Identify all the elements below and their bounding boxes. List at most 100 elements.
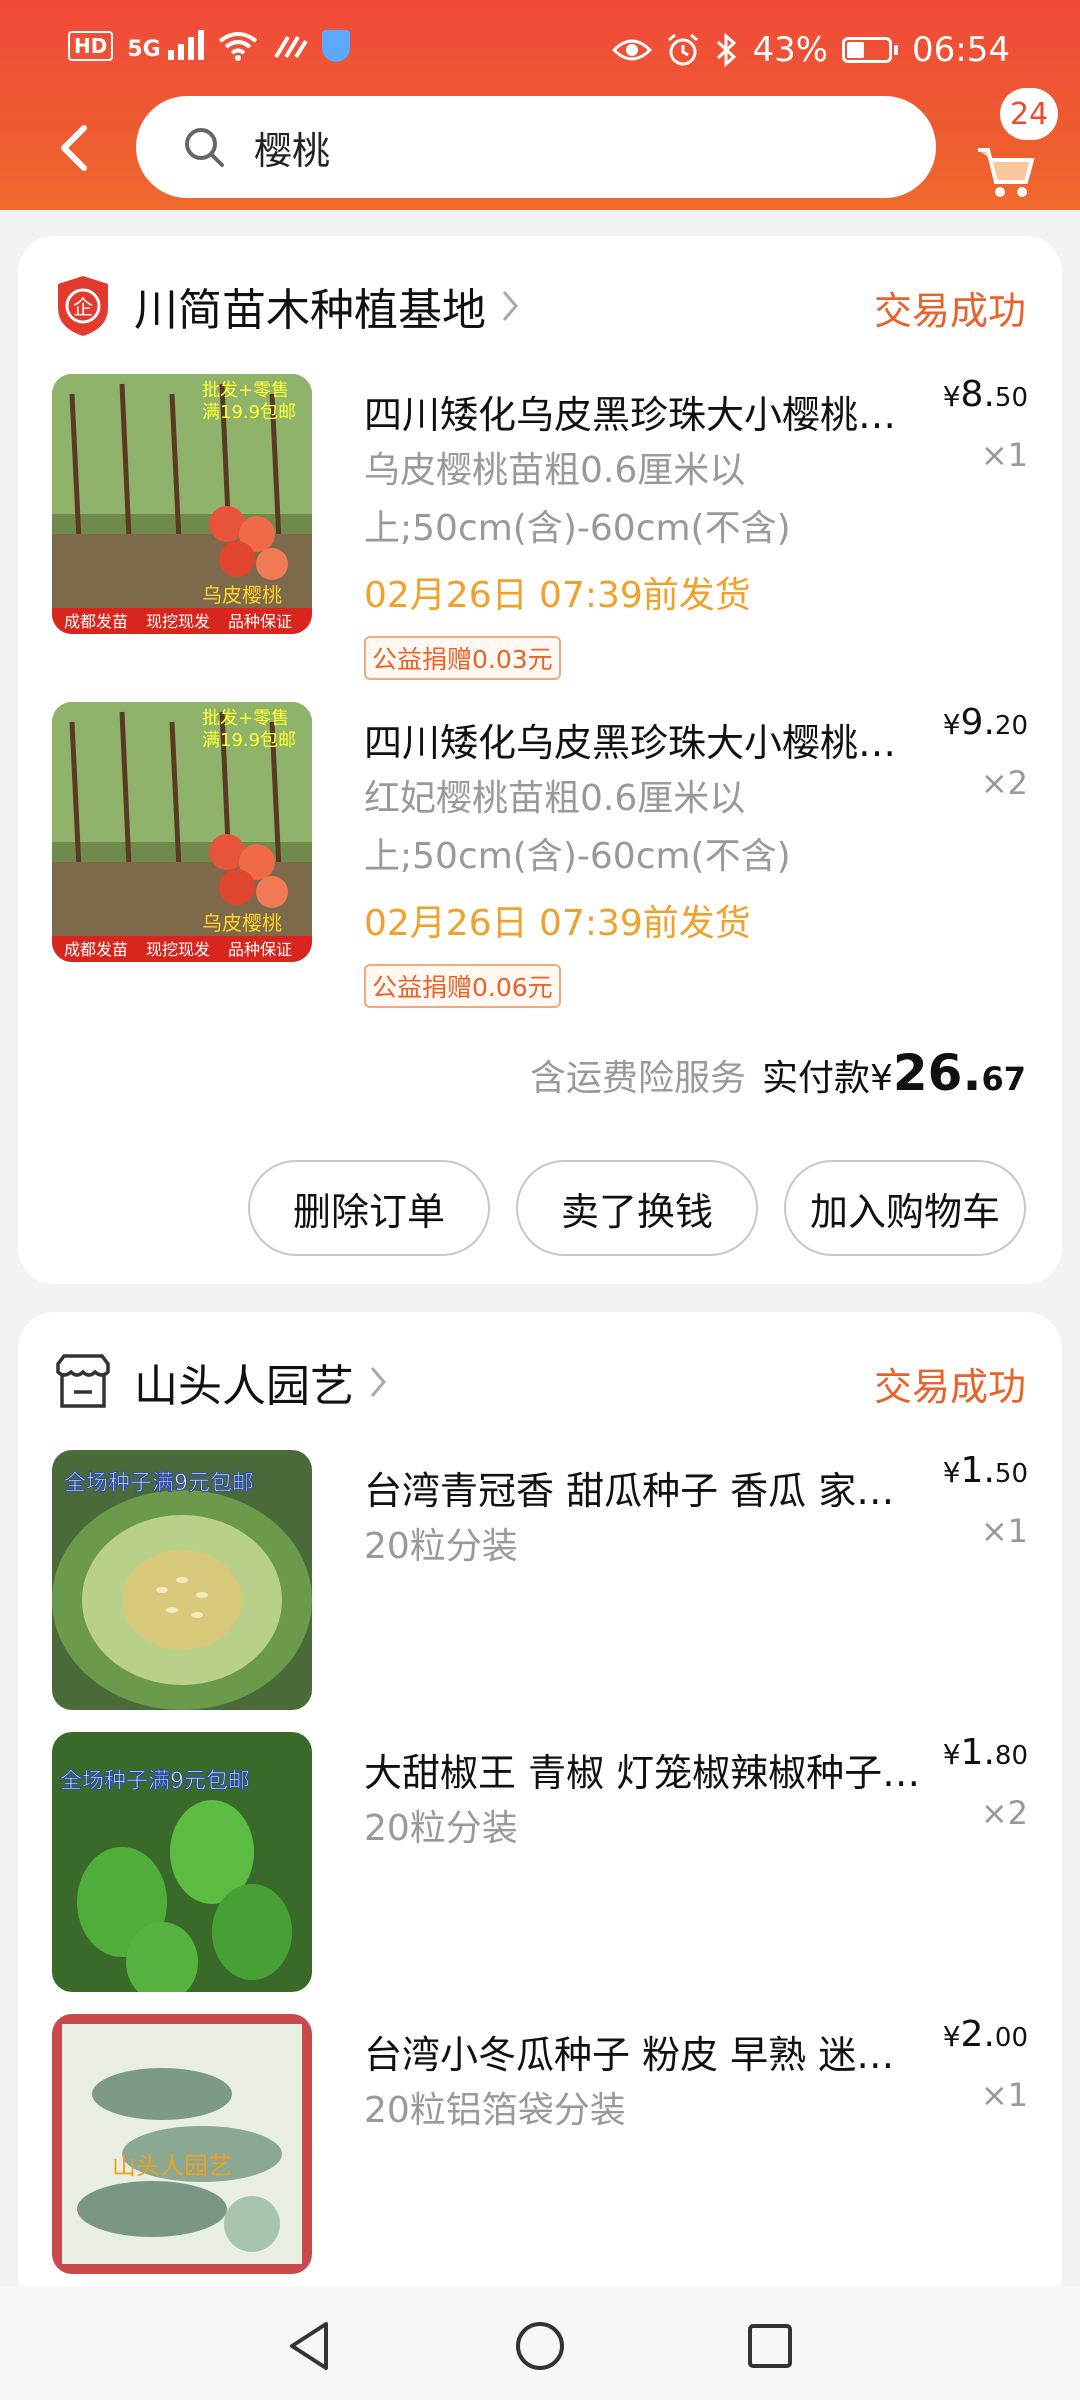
total-decimal: 67 xyxy=(981,1060,1026,1098)
currency-symbol: ¥ xyxy=(942,708,961,741)
total-integer: 26. xyxy=(892,1044,982,1102)
shield-icon xyxy=(322,30,351,62)
currency-symbol: ¥ xyxy=(942,380,961,413)
price-decimal: 00 xyxy=(994,2023,1028,2053)
donation-badge: 公益捐赠0.03元 xyxy=(364,636,561,680)
price-integer: 8. xyxy=(960,374,995,415)
nfc-icon xyxy=(274,35,309,59)
product-price: ¥2.00 xyxy=(943,2014,1028,2055)
product-price: ¥9.20 xyxy=(943,702,1028,743)
product-title: 大甜椒王 青椒 灯笼椒辣椒种子 阳台盆栽四季蔬菜种子 xyxy=(364,1751,924,1795)
order-status: 交易成功 xyxy=(873,1365,1026,1409)
cart-button[interactable]: 24 xyxy=(970,88,1060,197)
image-text: 全场种子满9元包邮 xyxy=(64,1471,254,1496)
nav-home-icon[interactable] xyxy=(510,2316,570,2376)
product-image: 全场种子满9元包邮 xyxy=(52,1450,312,1710)
product-title: 台湾小冬瓜种子 粉皮 早熟 迷你小冬瓜蔬菜种子 xyxy=(364,2033,924,2077)
clock: 06:54 xyxy=(912,30,1010,70)
cart-count-badge: 24 xyxy=(1000,88,1059,140)
chevron-right-icon xyxy=(370,1367,386,1397)
order-total: 含运费险服务 实付款¥ 26. 67 xyxy=(530,1044,1026,1102)
product-title: 四川矮化乌皮黑珍珠大小樱桃苗果树苗南方北方种植盆栽地栽当年结果 xyxy=(364,393,924,437)
insurance-note: 含运费险服务 xyxy=(529,1058,746,1099)
donation-badge: 公益捐赠0.06元 xyxy=(364,964,561,1008)
product-sku: 红妃樱桃苗粗0.6厘米以上;50cm(含)-60cm(不含) xyxy=(364,778,791,877)
order-actions: 删除订单 卖了换钱 加入购物车 xyxy=(248,1160,1026,1256)
price-integer: 9. xyxy=(960,702,995,743)
product-image: 山头人园艺 xyxy=(52,2014,312,2274)
product-image: 批发+零售 满19.9包邮 乌皮樱桃 成都发苗 现挖现发 品种保证 xyxy=(52,374,312,634)
price-integer: 2. xyxy=(960,2014,995,2055)
store-icon xyxy=(56,1354,110,1408)
add-to-cart-button[interactable]: 加入购物车 xyxy=(784,1160,1026,1256)
battery-percent: 43% xyxy=(752,30,829,70)
product-quantity: ×1 xyxy=(980,2076,1028,2114)
order-item[interactable]: 全场种子满9元包邮 台湾青冠香 甜瓜种子 香瓜 家庭阳台盆栽四季播种蔬菜种子 2… xyxy=(52,1450,1028,1740)
product-sku: 20粒分装 xyxy=(364,1808,518,1849)
currency-symbol: ¥ xyxy=(942,1738,961,1771)
order-card: 山头人园艺 交易成功 全场种子满9元包邮 台湾青冠香 甜瓜种子 香瓜 家庭阳台盆… xyxy=(18,1312,1062,2312)
battery-icon xyxy=(842,37,899,63)
cart-icon xyxy=(978,148,1035,197)
price-integer: 1. xyxy=(960,1732,995,1773)
product-price: ¥8.50 xyxy=(943,374,1028,415)
order-status: 交易成功 xyxy=(873,289,1026,333)
wifi-icon xyxy=(219,32,258,61)
product-title: 台湾青冠香 甜瓜种子 香瓜 家庭阳台盆栽四季播种蔬菜种子 xyxy=(364,1469,924,1513)
order-item[interactable]: 全场种子满9元包邮 大甜椒王 青椒 灯笼椒辣椒种子 阳台盆栽四季蔬菜种子 20粒… xyxy=(52,1732,1028,2022)
price-decimal: 50 xyxy=(994,383,1028,413)
nav-recents-icon[interactable] xyxy=(740,2316,800,2376)
product-image: 全场种子满9元包邮 xyxy=(52,1732,312,1992)
network-type: 5G xyxy=(127,37,161,62)
image-text: 乌皮樱桃 xyxy=(202,583,282,607)
alarm-icon xyxy=(668,33,699,66)
image-text: 山头人园艺 xyxy=(112,2152,232,2180)
nav-back-icon[interactable] xyxy=(280,2316,340,2376)
order-item[interactable]: 批发+零售 满19.9包邮 乌皮樱桃 成都发苗 现挖现发 品种保证 四川矮化乌皮… xyxy=(52,374,1028,680)
product-price: ¥1.80 xyxy=(943,1732,1028,1773)
product-sku: 20粒铝箔袋分装 xyxy=(364,2090,626,2131)
product-quantity: ×2 xyxy=(980,1794,1028,1832)
back-arrow-icon[interactable] xyxy=(52,120,96,176)
product-sku: 乌皮樱桃苗粗0.6厘米以上;50cm(含)-60cm(不含) xyxy=(364,450,791,549)
image-text: 成都发苗 xyxy=(64,612,128,631)
image-text: 满19.9包邮 xyxy=(202,730,296,751)
image-text: 品种保证 xyxy=(228,940,292,959)
image-text: 现挖现发 xyxy=(146,940,210,959)
product-quantity: ×1 xyxy=(980,436,1028,474)
order-item[interactable]: 批发+零售 满19.9包邮 乌皮樱桃 成都发苗 现挖现发 品种保证 四川矮化乌皮… xyxy=(52,702,1028,1008)
currency-symbol: ¥ xyxy=(942,1456,961,1489)
ship-time: 02月26日 07:39前发货 xyxy=(364,903,751,944)
search-input[interactable]: 樱桃 xyxy=(136,96,936,198)
shop-header[interactable]: 山头人园艺 交易成功 xyxy=(54,1342,1026,1422)
product-image: 批发+零售 满19.9包邮 乌皮樱桃 成都发苗 现挖现发 品种保证 xyxy=(52,702,312,962)
product-quantity: ×2 xyxy=(980,764,1028,802)
price-decimal: 80 xyxy=(994,1741,1028,1771)
eye-icon xyxy=(612,39,653,61)
total-label: 实付款¥ xyxy=(761,1058,893,1099)
signal-icon: 5G xyxy=(127,30,205,62)
price-decimal: 50 xyxy=(994,1459,1028,1489)
enterprise-shop-icon: 企 xyxy=(58,276,108,336)
svg-text:企: 企 xyxy=(73,295,93,319)
search-query: 樱桃 xyxy=(254,128,331,173)
currency-symbol: ¥ xyxy=(942,2020,961,2053)
order-item[interactable]: 山头人园艺 台湾小冬瓜种子 粉皮 早熟 迷你小冬瓜蔬菜种子 20粒铝箔袋分装 ¥… xyxy=(52,2014,1028,2304)
image-text: 批发+零售 xyxy=(202,708,289,729)
product-title: 四川矮化乌皮黑珍珠大小樱桃苗果树苗南方北方种植盆栽地栽当年结果 xyxy=(364,721,924,765)
status-bar: HD 5G 43% 06:54 xyxy=(0,0,1080,100)
price-decimal: 20 xyxy=(994,711,1028,741)
resell-button[interactable]: 卖了换钱 xyxy=(516,1160,758,1256)
shop-name: 山头人园艺 xyxy=(134,1361,354,1412)
image-text: 品种保证 xyxy=(228,612,292,631)
system-nav-bar xyxy=(0,2286,1080,2400)
search-icon xyxy=(185,128,224,167)
delete-order-button[interactable]: 删除订单 xyxy=(248,1160,490,1256)
product-sku: 20粒分装 xyxy=(364,1526,518,1567)
image-text: 乌皮樱桃 xyxy=(202,911,282,935)
status-left: HD 5G xyxy=(68,30,351,62)
shop-header[interactable]: 企 川简苗木种植基地 交易成功 xyxy=(54,266,1026,346)
order-card: 企 川简苗木种植基地 交易成功 批发+零售 满19.9包邮 乌皮樱桃 成都发苗 … xyxy=(18,236,1062,1284)
product-quantity: ×1 xyxy=(980,1512,1028,1550)
bluetooth-icon xyxy=(717,33,737,67)
